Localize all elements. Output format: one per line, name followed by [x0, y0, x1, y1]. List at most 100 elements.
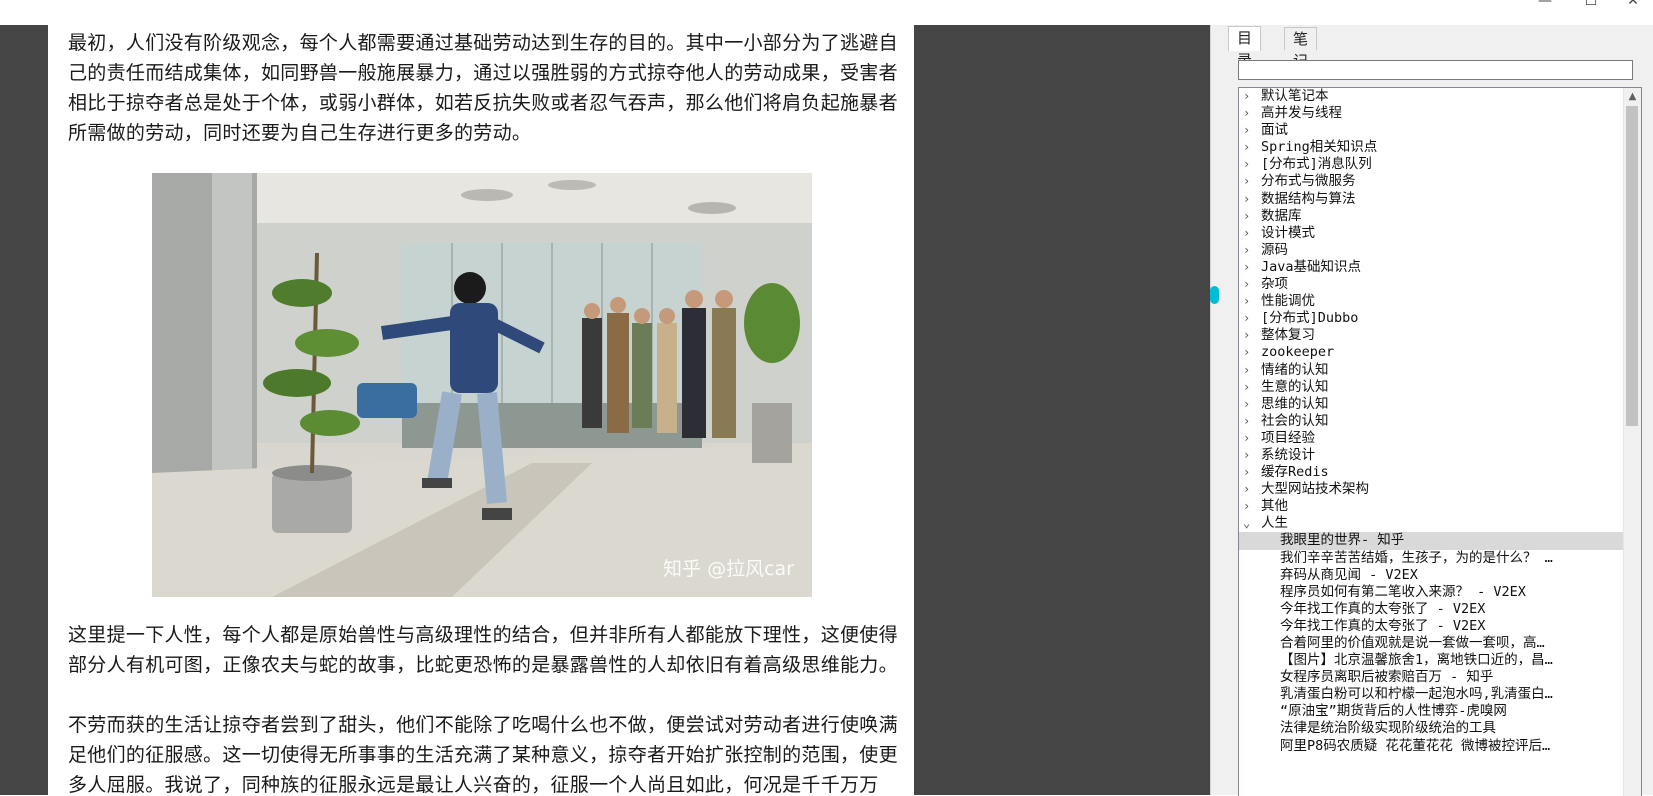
tab-toc[interactable]: 目录	[1228, 26, 1262, 69]
tree-folder[interactable]: › 数据结构与算法	[1239, 191, 1624, 208]
chevron-right-icon[interactable]: ›	[1243, 242, 1255, 259]
chevron-right-icon[interactable]: ›	[1243, 88, 1255, 105]
chevron-right-icon[interactable]: ›	[1243, 464, 1255, 481]
tree-note-item[interactable]: “原油宝”期货背后的人性博弈-虎嗅网	[1239, 703, 1624, 720]
tree-item-label: 面试	[1261, 122, 1288, 139]
tree-folder[interactable]: › 其他	[1239, 498, 1624, 515]
tree-folder[interactable]: › zookeeper	[1239, 344, 1624, 361]
chevron-right-icon[interactable]: ›	[1243, 498, 1255, 515]
tree-folder[interactable]: › 源码	[1239, 242, 1624, 259]
tree-folder-open[interactable]: ⌄ 人生	[1239, 515, 1624, 532]
tree-note-item[interactable]: 法律是统治阶级实现阶级统治的工具	[1239, 720, 1624, 737]
minimize-button[interactable]: —	[1522, 0, 1568, 11]
chevron-right-icon[interactable]: ›	[1243, 276, 1255, 293]
tree-item-label: 人生	[1261, 515, 1288, 532]
tree-folder[interactable]: › 性能调优	[1239, 293, 1624, 310]
tree-folder[interactable]: › 杂项	[1239, 276, 1624, 293]
tree-note-item[interactable]: 今年找工作真的太夸张了 - V2EX	[1239, 601, 1624, 618]
tree-note-item[interactable]: 女程序员离职后被索赔百万 - 知乎	[1239, 669, 1624, 686]
chevron-right-icon[interactable]: ›	[1243, 396, 1255, 413]
chevron-right-icon[interactable]: ›	[1243, 156, 1255, 173]
reader-area[interactable]: 最初，人们没有阶级观念，每个人都需要通过基础劳动达到生存的目的。其中一小部分为了…	[0, 25, 1210, 795]
chevron-right-icon[interactable]: ›	[1243, 208, 1255, 225]
tree-folder[interactable]: › 缓存Redis	[1239, 464, 1624, 481]
tree-note-item[interactable]: 我眼里的世界- 知乎	[1239, 532, 1624, 550]
chevron-right-icon[interactable]: ›	[1243, 362, 1255, 379]
tree-folder[interactable]: › 默认笔记本	[1239, 88, 1624, 105]
splitter-handle[interactable]	[1210, 286, 1219, 304]
chevron-right-icon[interactable]: ›	[1243, 310, 1255, 327]
chevron-right-icon[interactable]: ›	[1243, 259, 1255, 276]
chevron-right-icon[interactable]: ›	[1243, 344, 1255, 361]
tree-item-label: 乳清蛋白粉可以和柠檬一起泡水吗,乳清蛋白…	[1280, 686, 1553, 703]
tree-item-label: 弃码从商见闻 - V2EX	[1280, 566, 1418, 583]
tree-folder[interactable]: › 高并发与线程	[1239, 105, 1624, 122]
tree-folder[interactable]: › Java基础知识点	[1239, 259, 1624, 276]
tree-item-label: 今年找工作真的太夸张了 - V2EX	[1280, 617, 1486, 634]
chevron-right-icon[interactable]: ›	[1243, 413, 1255, 430]
maximize-button[interactable]: ☐	[1568, 0, 1614, 11]
tree-folder[interactable]: › 思维的认知	[1239, 396, 1624, 413]
tree-note-item[interactable]: 【图片】北京温馨旅舍1，离地铁口近的，昌…	[1239, 652, 1624, 669]
tree-item-label: 大型网站技术架构	[1261, 481, 1369, 498]
tree-folder[interactable]: › 整体复习	[1239, 327, 1624, 344]
tree-folder[interactable]: › [分布式]Dubbo	[1239, 310, 1624, 327]
tree-item-label: 杂项	[1261, 276, 1288, 293]
tree-folder[interactable]: › 面试	[1239, 122, 1624, 139]
tree-item-label: 项目经验	[1261, 429, 1315, 446]
image-watermark: 知乎 @拉风car	[663, 558, 794, 580]
scroll-up-arrow-icon[interactable]: ▲	[1624, 88, 1641, 105]
tree-folder[interactable]: › 系统设计	[1239, 447, 1624, 464]
article-page[interactable]: 最初，人们没有阶级观念，每个人都需要通过基础劳动达到生存的目的。其中一小部分为了…	[48, 25, 914, 795]
chevron-right-icon[interactable]: ›	[1243, 430, 1255, 447]
article-image: 知乎 @拉风car	[152, 173, 812, 597]
tree-note-item[interactable]: 阿里P8码农质疑 花花董花花 微博被控评后…	[1239, 738, 1624, 755]
tree-item-label: [分布式]Dubbo	[1261, 310, 1359, 327]
tree-folder[interactable]: › Spring相关知识点	[1239, 139, 1624, 156]
tree-folder[interactable]: › 设计模式	[1239, 225, 1624, 242]
notebook-tree[interactable]: › 默认笔记本 › 高并发与线程 › 面试 › Spring相关知识点 › [分布式]消息队列 › 分…	[1238, 87, 1642, 796]
tree-folder[interactable]: › 项目经验	[1239, 430, 1624, 447]
tree-folder[interactable]: › 分布式与微服务	[1239, 173, 1624, 190]
scroll-thumb[interactable]	[1626, 106, 1638, 426]
tree-note-item[interactable]: 弃码从商见闻 - V2EX	[1239, 567, 1624, 584]
tree-note-item[interactable]: 今年找工作真的太夸张了 - V2EX	[1239, 618, 1624, 635]
chevron-right-icon[interactable]: ›	[1243, 173, 1255, 190]
chevron-right-icon[interactable]: ›	[1243, 379, 1255, 396]
search-input[interactable]	[1238, 60, 1633, 80]
tree-item-label: 法律是统治阶级实现阶级统治的工具	[1280, 720, 1496, 737]
close-button[interactable]: ✕	[1610, 0, 1653, 11]
tree-item-label: 分布式与微服务	[1261, 173, 1356, 190]
tree-folder[interactable]: › 生意的认知	[1239, 379, 1624, 396]
tree-item-label: 数据结构与算法	[1261, 190, 1356, 207]
tree-item-label: 高并发与线程	[1261, 105, 1342, 122]
tree-scrollbar[interactable]: ▲	[1623, 88, 1641, 796]
article-paragraph-3: 不劳而获的生活让掠夺者尝到了甜头，他们不能除了吃喝什么也不做，便尝试对劳动者进行…	[68, 714, 898, 795]
chevron-right-icon[interactable]: ›	[1243, 122, 1255, 139]
chevron-right-icon[interactable]: ›	[1243, 447, 1255, 464]
tree-folder[interactable]: › 大型网站技术架构	[1239, 481, 1624, 498]
tree-folder[interactable]: › [分布式]消息队列	[1239, 156, 1624, 173]
tree-item-label: 社会的认知	[1261, 412, 1329, 429]
chevron-right-icon[interactable]: ›	[1243, 481, 1255, 498]
chevron-down-icon[interactable]: ⌄	[1243, 515, 1255, 532]
tree-note-item[interactable]: 我们辛辛苦苦结婚，生孩子，为的是什么？ …	[1239, 550, 1624, 567]
tree-item-label: 我眼里的世界- 知乎	[1280, 532, 1405, 549]
tree-note-item[interactable]: 程序员如何有第二笔收入来源？ - V2EX	[1239, 584, 1624, 601]
tree-folder[interactable]: › 情绪的认知	[1239, 362, 1624, 379]
chevron-right-icon[interactable]: ›	[1243, 139, 1255, 156]
chevron-right-icon[interactable]: ›	[1243, 327, 1255, 344]
tree-folder[interactable]: › 社会的认知	[1239, 413, 1624, 430]
tree-note-item[interactable]: 合着阿里的价值观就是说一套做一套呗，高…	[1239, 635, 1624, 652]
tree-item-label: Spring相关知识点	[1261, 139, 1378, 156]
chevron-right-icon[interactable]: ›	[1243, 105, 1255, 122]
chevron-right-icon[interactable]: ›	[1243, 191, 1255, 208]
tree-item-label: 设计模式	[1261, 224, 1315, 241]
tree-item-label: 情绪的认知	[1261, 361, 1329, 378]
chevron-right-icon[interactable]: ›	[1243, 293, 1255, 310]
panel-splitter[interactable]	[1210, 25, 1221, 795]
tab-notes[interactable]: 笔记	[1284, 27, 1318, 70]
tree-folder[interactable]: › 数据库	[1239, 208, 1624, 225]
chevron-right-icon[interactable]: ›	[1243, 225, 1255, 242]
tree-note-item[interactable]: 乳清蛋白粉可以和柠檬一起泡水吗,乳清蛋白…	[1239, 686, 1624, 703]
